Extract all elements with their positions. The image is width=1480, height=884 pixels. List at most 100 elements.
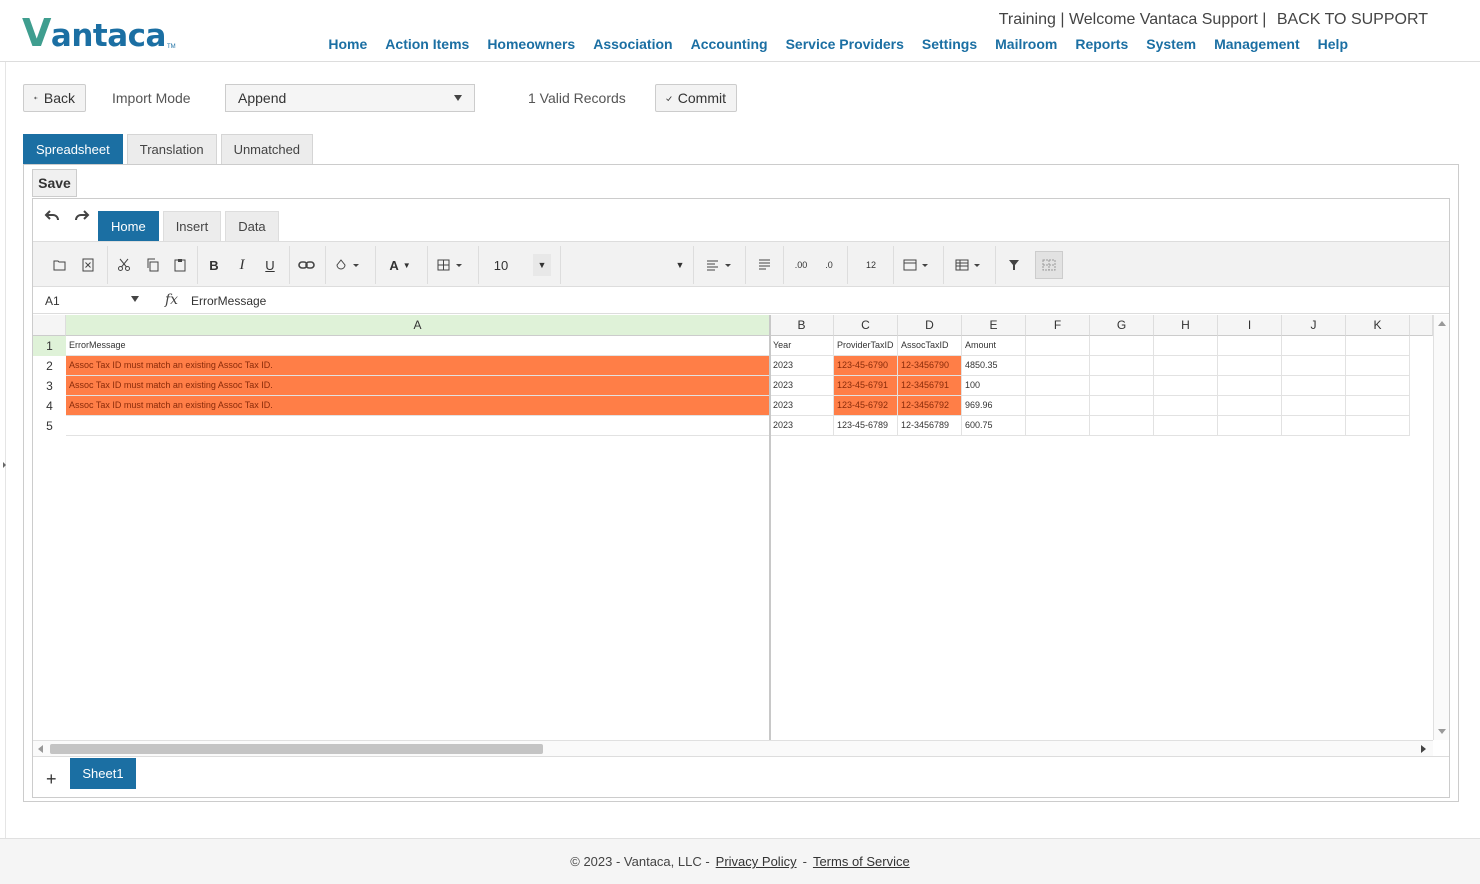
cell-g1[interactable] [1090, 336, 1154, 356]
cell-f1[interactable] [1026, 336, 1090, 356]
terms-of-service-link[interactable]: Terms of Service [813, 854, 910, 869]
cell-a2[interactable]: Assoc Tax ID must match an existing Asso… [66, 356, 770, 376]
vertical-scrollbar[interactable] [1433, 315, 1449, 740]
filter-icon[interactable] [1005, 254, 1023, 276]
left-sidebar-edge[interactable] [0, 62, 6, 838]
column-header-b[interactable]: B [770, 315, 834, 336]
row-header-1[interactable]: 1 [33, 336, 66, 356]
cell-g4[interactable] [1090, 396, 1154, 416]
cell-b3[interactable]: 2023 [770, 376, 834, 396]
column-header-k[interactable]: K [1346, 315, 1410, 336]
cell-d4[interactable]: 12-3456792 [898, 396, 962, 416]
cell-g2[interactable] [1090, 356, 1154, 376]
save-button[interactable]: Save [32, 169, 77, 197]
wrap-text-icon[interactable] [755, 254, 773, 276]
cell-a5[interactable] [66, 416, 770, 436]
open-icon[interactable] [51, 254, 69, 276]
underline-icon[interactable]: U [261, 254, 279, 276]
cell-h2[interactable] [1154, 356, 1218, 376]
column-header-j[interactable]: J [1282, 315, 1346, 336]
cell-j3[interactable] [1282, 376, 1346, 396]
header-cell-b[interactable]: Year [770, 336, 834, 356]
cell-k1[interactable] [1346, 336, 1410, 356]
cell-f3[interactable] [1026, 376, 1090, 396]
cell-c2[interactable]: 123-45-6790 [834, 356, 898, 376]
cell-j5[interactable] [1282, 416, 1346, 436]
nav-association[interactable]: Association [593, 36, 672, 52]
nav-homeowners[interactable]: Homeowners [487, 36, 575, 52]
cut-icon[interactable] [115, 254, 133, 276]
column-header-g[interactable]: G [1090, 315, 1154, 336]
increase-decimal-icon[interactable]: .0 [819, 254, 839, 276]
cell-k4[interactable] [1346, 396, 1410, 416]
tab-translation[interactable]: Translation [126, 134, 217, 164]
column-header-c[interactable]: C [834, 315, 898, 336]
tab-spreadsheet[interactable]: Spreadsheet [23, 134, 123, 164]
cell-j2[interactable] [1282, 356, 1346, 376]
undo-icon[interactable] [44, 209, 60, 223]
export-excel-icon[interactable] [79, 254, 97, 276]
nav-mailroom[interactable]: Mailroom [995, 36, 1057, 52]
name-box-chevron-icon[interactable] [131, 296, 139, 302]
cell-c3[interactable]: 123-45-6791 [834, 376, 898, 396]
nav-management[interactable]: Management [1214, 36, 1300, 52]
cell-h3[interactable] [1154, 376, 1218, 396]
column-header-i[interactable]: I [1218, 315, 1282, 336]
cell-a4[interactable]: Assoc Tax ID must match an existing Asso… [66, 396, 770, 416]
column-header-e[interactable]: E [962, 315, 1026, 336]
italic-icon[interactable]: I [233, 254, 251, 276]
cell-a3[interactable]: Assoc Tax ID must match an existing Asso… [66, 376, 770, 396]
spreadsheet-grid[interactable]: A B C D E F G H I J K 1 2 3 4 5 ErrorMessage Year Provider… [33, 315, 1433, 740]
column-header-f[interactable]: F [1026, 315, 1090, 336]
freeze-panes-icon[interactable] [1035, 251, 1063, 279]
font-color-icon[interactable]: A ▼ [385, 254, 415, 276]
redo-icon[interactable] [74, 209, 90, 223]
cell-i3[interactable] [1218, 376, 1282, 396]
ribbon-tab-home[interactable]: Home [98, 211, 159, 241]
column-header-h[interactable]: H [1154, 315, 1218, 336]
nav-reports[interactable]: Reports [1075, 36, 1128, 52]
header-cell-c[interactable]: ProviderTaxID [834, 336, 898, 356]
add-sheet-button[interactable]: + [46, 769, 57, 790]
nav-accounting[interactable]: Accounting [691, 36, 768, 52]
import-mode-select[interactable]: Append [225, 84, 475, 112]
paste-icon[interactable] [171, 254, 189, 276]
cell-i5[interactable] [1218, 416, 1282, 436]
cell-i2[interactable] [1218, 356, 1282, 376]
scroll-right-icon[interactable] [1421, 745, 1426, 753]
fill-color-icon[interactable] [333, 254, 363, 276]
font-family-dropdown-icon[interactable]: ▼ [671, 254, 689, 276]
header-cell-a[interactable]: ErrorMessage [66, 336, 770, 356]
cell-b4[interactable]: 2023 [770, 396, 834, 416]
commit-button[interactable]: Commit [655, 84, 737, 112]
nav-service-providers[interactable]: Service Providers [786, 36, 904, 52]
nav-action-items[interactable]: Action Items [385, 36, 469, 52]
row-header-5[interactable]: 5 [33, 416, 66, 436]
ribbon-tab-insert[interactable]: Insert [162, 211, 222, 241]
number-format-icon[interactable]: 12 [859, 254, 883, 276]
cell-e4[interactable]: 969.96 [962, 396, 1026, 416]
cell-d2[interactable]: 12-3456790 [898, 356, 962, 376]
font-size-value[interactable]: 10 [491, 254, 511, 276]
cell-c5[interactable]: 123-45-6789 [834, 416, 898, 436]
row-header-3[interactable]: 3 [33, 376, 66, 396]
row-header-4[interactable]: 4 [33, 396, 66, 416]
cell-k5[interactable] [1346, 416, 1410, 436]
sheet-tab-sheet1[interactable]: Sheet1 [70, 758, 136, 789]
nav-system[interactable]: System [1146, 36, 1196, 52]
horizontal-scroll-thumb[interactable] [50, 744, 543, 754]
cell-h5[interactable] [1154, 416, 1218, 436]
link-icon[interactable] [296, 254, 316, 276]
cell-g3[interactable] [1090, 376, 1154, 396]
row-header-2[interactable]: 2 [33, 356, 66, 376]
cell-j1[interactable] [1282, 336, 1346, 356]
cell-d5[interactable]: 12-3456789 [898, 416, 962, 436]
cell-f5[interactable] [1026, 416, 1090, 436]
cell-g5[interactable] [1090, 416, 1154, 436]
formula-input[interactable]: ErrorMessage [191, 294, 266, 308]
cell-e2[interactable]: 4850.35 [962, 356, 1026, 376]
cell-e3[interactable]: 100 [962, 376, 1026, 396]
column-header-a[interactable]: A [66, 315, 770, 336]
cell-k3[interactable] [1346, 376, 1410, 396]
back-to-support-link[interactable]: BACK TO SUPPORT [1277, 11, 1428, 28]
